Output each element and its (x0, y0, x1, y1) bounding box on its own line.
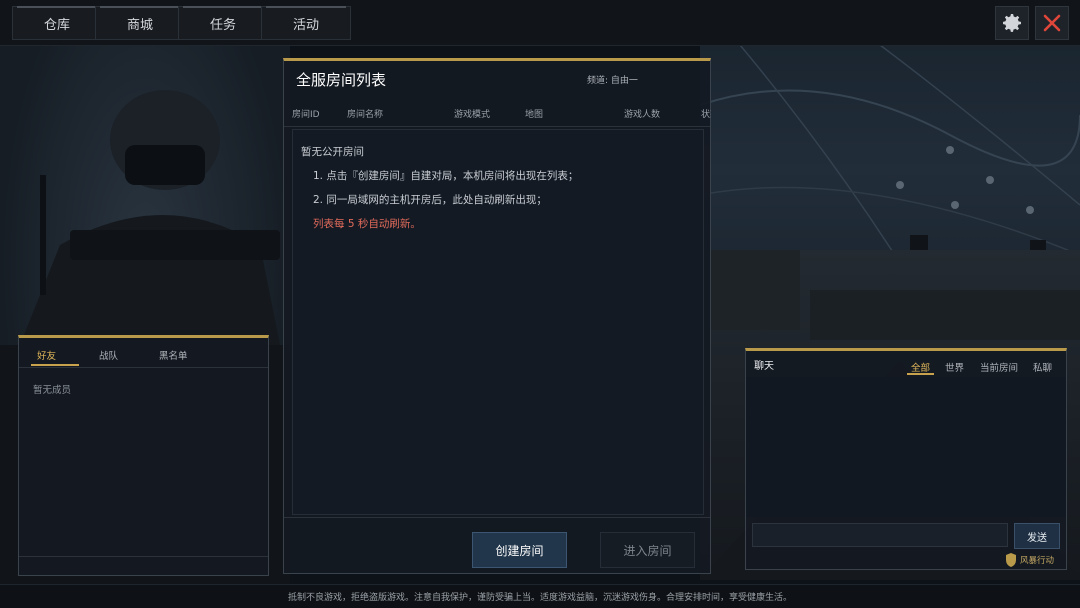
chat-tab-room[interactable]: 当前房间 (980, 360, 1018, 374)
room-list-footer: 创建房间 进入房间 (284, 517, 710, 575)
nav-tab-events[interactable]: 活动 (261, 6, 351, 40)
chat-title: 聊天 (754, 361, 774, 372)
friends-divider (19, 556, 268, 557)
col-room-name[interactable]: 房间名称 (347, 107, 383, 120)
nav-tab-warehouse[interactable]: 仓库 (12, 6, 102, 40)
chat-input[interactable] (752, 523, 1008, 547)
tab-blacklist[interactable]: 黑名单 (159, 348, 188, 362)
col-map[interactable]: 地图 (525, 107, 543, 120)
tab-friends[interactable]: 好友 (37, 348, 56, 362)
settings-button[interactable] (995, 6, 1029, 40)
room-list-header: 房间ID 房间名称 游戏模式 地图 游戏人数 状态 (284, 105, 711, 127)
col-room-id[interactable]: 房间ID (292, 107, 320, 120)
nav-tab-missions[interactable]: 任务 (178, 6, 268, 40)
chat-tab-private[interactable]: 私聊 (1033, 360, 1052, 374)
room-list-panel: 全服房间列表 频道: 自由一 房间ID 房间名称 游戏模式 地图 游戏人数 状态… (283, 58, 711, 574)
tab-clan[interactable]: 战队 (99, 348, 118, 362)
tip-create-room: 1. 点击『创建房间』自建对局，本机房间将出现在列表； (313, 170, 579, 182)
close-button[interactable] (1035, 6, 1069, 40)
room-list-title: 全服房间列表 (296, 71, 387, 89)
nav-tab-store[interactable]: 商城 (95, 6, 185, 40)
active-tab-underline (31, 364, 79, 366)
col-player-count[interactable]: 游戏人数 (624, 107, 660, 120)
tip-lan-host: 2. 同一局域网的主机开房后，此处自动刷新出现； (313, 194, 547, 206)
channel-label: 频道: 自由一 (587, 76, 638, 86)
chat-tab-world[interactable]: 世界 (945, 360, 964, 374)
chat-panel: 聊天 全部 世界 当前房间 私聊 发送 风暴行动 (745, 348, 1067, 570)
refresh-note: 列表每 5 秒自动刷新。 (313, 218, 421, 230)
chat-message-area[interactable] (746, 377, 1066, 517)
health-notice-text: 抵制不良游戏，拒绝盗版游戏。注意自我保护，谨防受骗上当。适度游戏益脑，沉迷游戏伤… (287, 593, 792, 603)
health-notice-bar: 抵制不良游戏，拒绝盗版游戏。注意自我保护，谨防受骗上当。适度游戏益脑，沉迷游戏伤… (0, 584, 1080, 608)
friends-empty-text: 暂无成员 (33, 385, 72, 396)
top-nav-bar: 仓库 商城 任务 活动 (0, 0, 1080, 46)
shield-icon (1005, 553, 1016, 567)
room-list-body: 暂无公开房间 1. 点击『创建房间』自建对局，本机房间将出现在列表； 2. 同一… (292, 129, 704, 515)
brand-text: 风暴行动 (1019, 556, 1054, 566)
close-icon (1043, 14, 1061, 32)
friends-panel: 好友 战队 黑名单 暂无成员 (18, 335, 269, 576)
chat-active-underline (907, 373, 934, 375)
brand-logo: 风暴行动 (1005, 553, 1054, 567)
create-room-button[interactable]: 创建房间 (472, 532, 567, 568)
empty-room-title: 暂无公开房间 (301, 146, 364, 158)
join-room-button[interactable]: 进入房间 (600, 532, 695, 568)
col-game-mode[interactable]: 游戏模式 (454, 107, 490, 120)
chat-tab-all[interactable]: 全部 (911, 360, 930, 374)
friends-tab-row: 好友 战队 黑名单 (19, 338, 268, 368)
gear-icon (1003, 14, 1021, 32)
send-button[interactable]: 发送 (1014, 523, 1060, 549)
col-status[interactable]: 状态 (701, 107, 711, 120)
